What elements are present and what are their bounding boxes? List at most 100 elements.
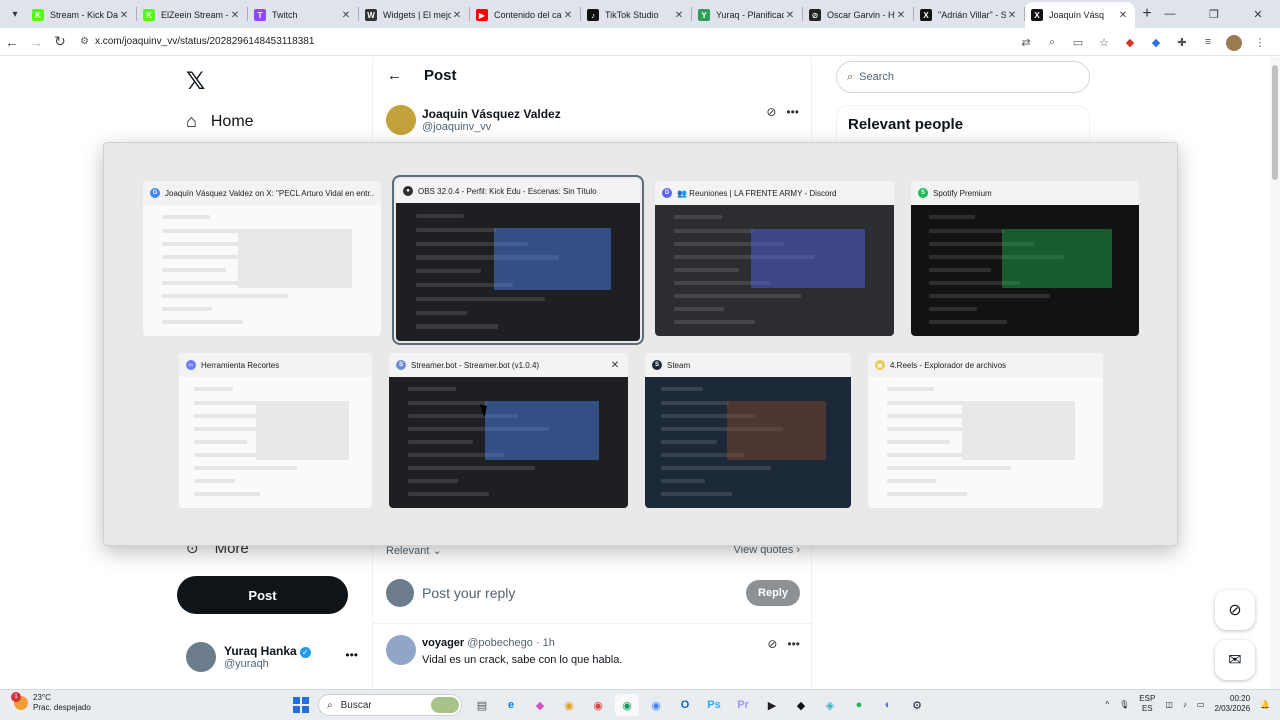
- post-more-icon[interactable]: •••: [786, 105, 799, 119]
- tab-close-icon[interactable]: ✕: [784, 10, 796, 21]
- taskbar-app-icon[interactable]: ◉: [644, 694, 668, 716]
- tab-close-icon[interactable]: ✕: [451, 10, 463, 21]
- close-window-icon[interactable]: ✕: [609, 360, 621, 371]
- browser-tab[interactable]: ♪ TikTok Studio ✕: [581, 2, 691, 28]
- extension-red-icon[interactable]: ◆: [1120, 32, 1140, 52]
- tray-overflow-icon[interactable]: ^: [1105, 700, 1109, 709]
- reply-avatar[interactable]: [386, 635, 416, 665]
- browser-tab[interactable]: W Widgets | El mejo ✕: [359, 2, 469, 28]
- zoom-icon[interactable]: ⌕: [1042, 32, 1062, 52]
- tab-close-icon[interactable]: ✕: [118, 10, 130, 21]
- post-button[interactable]: Post: [177, 576, 348, 614]
- taskbar-app-icon[interactable]: ◉: [557, 694, 581, 716]
- taskbar-app-icon[interactable]: ▤: [470, 694, 494, 716]
- battery-icon[interactable]: ▭: [1197, 700, 1205, 709]
- url-field[interactable]: ⚙ x.com/joaquinv_vv/status/2028296148453…: [80, 30, 960, 54]
- switcher-window[interactable]: S Steam: [645, 353, 851, 508]
- bookmark-star-icon[interactable]: ☆: [1094, 32, 1114, 52]
- tab-close-icon[interactable]: ✕: [562, 10, 574, 21]
- post-author[interactable]: Joaquin Vásquez Valdez @joaquinv_vv: [386, 105, 561, 135]
- clock[interactable]: 00:20 2/03/2026: [1214, 694, 1250, 714]
- tab-close-icon[interactable]: ✕: [229, 10, 241, 21]
- tab-close-icon[interactable]: ✕: [895, 10, 907, 21]
- scrollbar-thumb[interactable]: [1272, 65, 1278, 180]
- browser-tab[interactable]: X Joaquín Vásq ✕: [1025, 2, 1135, 28]
- reply-author-name[interactable]: voyager: [422, 637, 464, 649]
- search-input[interactable]: ⌕ Search: [836, 61, 1090, 93]
- taskbar-app-icon[interactable]: ◐: [876, 694, 900, 716]
- browser-tab[interactable]: T Twitch ✕: [248, 2, 358, 28]
- more-options-icon[interactable]: •••: [345, 648, 358, 662]
- switcher-window[interactable]: S Spotify Premium: [911, 181, 1139, 336]
- media-icon[interactable]: ≡: [1198, 32, 1218, 52]
- switcher-window[interactable]: D 👥 Reuniones | LA FRENTE ARMY - Discord: [655, 181, 894, 336]
- back-icon[interactable]: ←: [0, 34, 24, 50]
- tab-close-icon[interactable]: ✕: [340, 10, 352, 21]
- volume-icon[interactable]: ♪: [1183, 700, 1187, 709]
- clock-date: 2/03/2026: [1214, 704, 1251, 713]
- tab-close-icon[interactable]: ✕: [673, 10, 685, 21]
- tab-close-icon[interactable]: ✕: [1117, 10, 1129, 21]
- scrollbar[interactable]: [1270, 57, 1280, 689]
- x-logo-icon[interactable]: 𝕏: [186, 67, 205, 96]
- browser-tab[interactable]: K ElZeein Stream - ✕: [137, 2, 247, 28]
- switcher-window[interactable]: S Streamer.bot - Streamer.bot (v1.0.4) ✕: [389, 353, 628, 508]
- grok-icon[interactable]: ⊘: [767, 637, 777, 651]
- taskbar-app-icon[interactable]: ◆: [528, 694, 552, 716]
- reply-button[interactable]: Reply: [746, 580, 800, 606]
- browser-menu-icon[interactable]: ⋮: [1250, 32, 1270, 52]
- taskbar-app-icon[interactable]: ◉: [586, 694, 610, 716]
- network-icon[interactable]: ◫: [1165, 700, 1173, 709]
- taskbar-search[interactable]: ⌕ Buscar: [318, 694, 462, 716]
- back-arrow-icon[interactable]: ←: [387, 67, 402, 84]
- taskbar-app-icon[interactable]: ◉: [615, 694, 639, 716]
- thumbnail-detail: [661, 479, 705, 484]
- profile-avatar-icon[interactable]: [1224, 32, 1244, 52]
- switcher-window[interactable]: G Joaquín Vásquez Valdez on X: "PECL Artu…: [143, 181, 381, 336]
- browser-tab[interactable]: ▶ Contenido del ca ✕: [470, 2, 580, 28]
- translate-icon[interactable]: ⇄: [1016, 32, 1036, 52]
- extension-blue-icon[interactable]: ◆: [1146, 32, 1166, 52]
- nav-home[interactable]: ⌂ Home: [186, 111, 254, 132]
- taskbar-app-icon[interactable]: Pr: [731, 694, 755, 716]
- taskbar-app-icon[interactable]: ◈: [818, 694, 842, 716]
- notifications-icon[interactable]: 🔔: [1260, 700, 1270, 709]
- taskbar-app-icon[interactable]: ◆: [789, 694, 813, 716]
- weather-widget[interactable]: 1 23°C Prac. despejado: [11, 692, 91, 713]
- extensions-puzzle-icon[interactable]: ✚: [1172, 32, 1192, 52]
- start-button[interactable]: [293, 697, 309, 713]
- account-switcher[interactable]: Yuraq Hanka ✓ @yuraqh •••: [186, 640, 366, 674]
- author-avatar[interactable]: [386, 105, 416, 135]
- browser-tab[interactable]: X "Adrián Villar" - S ✕: [914, 2, 1024, 28]
- site-info-icon[interactable]: ⚙: [80, 36, 89, 47]
- reload-icon[interactable]: ↻: [48, 33, 72, 50]
- microphone-icon[interactable]: 🎙: [1119, 700, 1129, 709]
- grok-float-button[interactable]: ⊘: [1215, 590, 1255, 630]
- grok-icon[interactable]: ⊘: [766, 105, 776, 119]
- taskbar-app-icon[interactable]: O: [673, 694, 697, 716]
- thumbnail-detail: [408, 400, 487, 405]
- reply-input[interactable]: Post your reply: [422, 585, 746, 601]
- browser-tab[interactable]: K Stream - Kick Das ✕: [26, 2, 136, 28]
- browser-tab[interactable]: ⊘ Oscar Garvin - Hy ✕: [803, 2, 913, 28]
- taskbar-app-icon[interactable]: ▶: [760, 694, 784, 716]
- author-name[interactable]: Joaquin Vásquez Valdez: [422, 107, 561, 121]
- taskbar-app-icon[interactable]: e: [499, 694, 523, 716]
- forward-icon[interactable]: →: [24, 34, 48, 50]
- reply-more-icon[interactable]: •••: [787, 637, 800, 651]
- minimize-icon[interactable]: —: [1148, 8, 1192, 20]
- switcher-window[interactable]: ▣ 4.Reels - Explorador de archivos: [868, 353, 1103, 508]
- tab-search-icon[interactable]: ▾: [4, 4, 26, 24]
- browser-tab[interactable]: Y Yuraq - Planificad ✕: [692, 2, 802, 28]
- taskbar-app-icon[interactable]: ⚙: [905, 694, 929, 716]
- maximize-icon[interactable]: ❐: [1192, 8, 1236, 21]
- messages-float-button[interactable]: ✉: [1215, 640, 1255, 680]
- switcher-window[interactable]: ● OBS 32.0.4 - Perfil: Kick Edu - Escenas…: [392, 175, 644, 345]
- close-window-icon[interactable]: ✕: [1236, 8, 1280, 21]
- install-app-icon[interactable]: ▭: [1068, 32, 1088, 52]
- tab-close-icon[interactable]: ✕: [1006, 10, 1018, 21]
- switcher-window[interactable]: ✂ Herramienta Recortes: [179, 353, 372, 508]
- language-indicator[interactable]: ESP ES: [1139, 694, 1155, 714]
- taskbar-app-icon[interactable]: Ps: [702, 694, 726, 716]
- taskbar-app-icon[interactable]: ●: [847, 694, 871, 716]
